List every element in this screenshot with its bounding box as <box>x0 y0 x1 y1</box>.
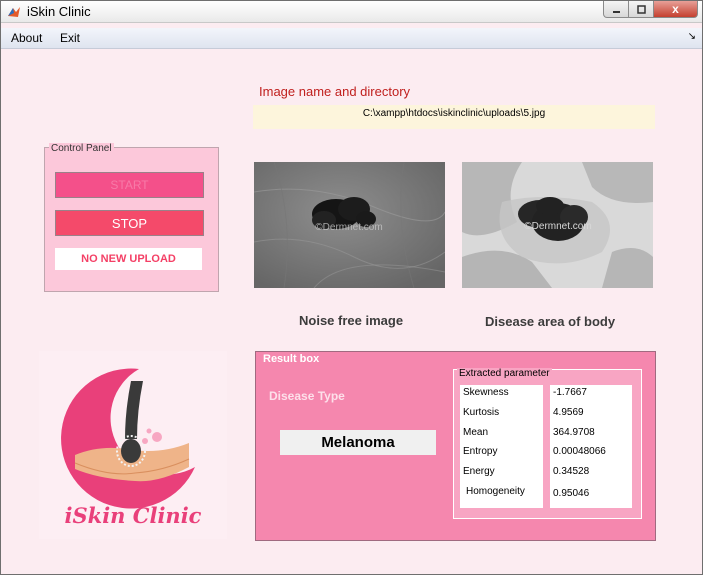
result-box-title: Result box <box>261 353 322 365</box>
param-name-energy: Energy <box>463 466 495 477</box>
parameter-values-list: -1.7667 4.9569 364.9708 0.00048066 0.345… <box>550 385 632 508</box>
param-value-homogeneity: 0.95046 <box>553 488 590 499</box>
param-name-mean: Mean <box>463 427 489 438</box>
app-window: iSkin Clinic x About Exit ↘ Image name a… <box>0 0 703 575</box>
menu-exit[interactable]: Exit <box>60 31 80 45</box>
result-box: Result box Disease Type Melanoma Extract… <box>255 351 656 541</box>
maximize-button[interactable] <box>629 1 654 18</box>
control-panel: Control Panel START STOP NO NEW UPLOAD <box>44 143 219 292</box>
noise-free-caption: Noise free image <box>299 313 404 328</box>
minimize-icon <box>612 10 620 13</box>
title-bar: iSkin Clinic x <box>1 1 702 23</box>
param-value-energy: 0.34528 <box>553 466 590 477</box>
image-name-label: Image name and directory <box>259 84 411 99</box>
window-controls: x <box>603 1 698 19</box>
param-value-kurtosis: 4.9569 <box>553 407 584 418</box>
close-button[interactable]: x <box>654 1 698 18</box>
param-name-skewness: Skewness <box>463 387 509 398</box>
matlab-icon <box>8 7 20 17</box>
param-value-entropy: 0.00048066 <box>553 446 606 457</box>
menu-about[interactable]: About <box>11 31 42 45</box>
clinic-logo: iSkin Clinic <box>39 351 227 539</box>
stop-button[interactable]: STOP <box>55 210 204 236</box>
parameter-names-list: Skewness Kurtosis Mean Entropy Energy Ho… <box>460 385 543 508</box>
menu-bar: About Exit ↘ <box>1 28 702 49</box>
watermark-text: ©Dermnet.com <box>315 222 382 233</box>
control-panel-title: Control Panel <box>49 143 114 154</box>
minimize-button[interactable] <box>603 1 629 18</box>
logo-text: iSkin Clinic <box>65 503 202 528</box>
watermark-text-2: ©Dermnet.com <box>524 221 591 232</box>
dock-arrow-icon[interactable]: ↘ <box>688 31 696 42</box>
extracted-parameter-title: Extracted parameter <box>457 368 552 379</box>
maximize-icon <box>636 4 646 14</box>
disease-type-value: Melanoma <box>280 430 436 455</box>
param-value-mean: 364.9708 <box>553 427 595 438</box>
window-title: iSkin Clinic <box>27 4 91 19</box>
extracted-parameter-panel: Extracted parameter Skewness Kurtosis Me… <box>453 368 642 519</box>
param-name-kurtosis: Kurtosis <box>463 407 500 418</box>
close-icon: x <box>672 2 679 16</box>
image-path-field: C:\xampp\htdocs\iskinclinic\uploads\5.jp… <box>253 105 655 129</box>
noise-free-image: ©Dermnet.com <box>254 162 445 288</box>
param-name-entropy: Entropy <box>463 446 498 457</box>
disease-area-image: ©Dermnet.com <box>462 162 653 288</box>
param-value-skewness: -1.7667 <box>553 387 587 398</box>
start-button[interactable]: START <box>55 172 204 198</box>
upload-status-text: NO NEW UPLOAD <box>55 248 202 270</box>
disease-type-label: Disease Type <box>269 389 345 403</box>
param-name-homogeneity: Homogeneity <box>466 486 525 497</box>
disease-area-caption: Disease area of body <box>485 314 616 329</box>
